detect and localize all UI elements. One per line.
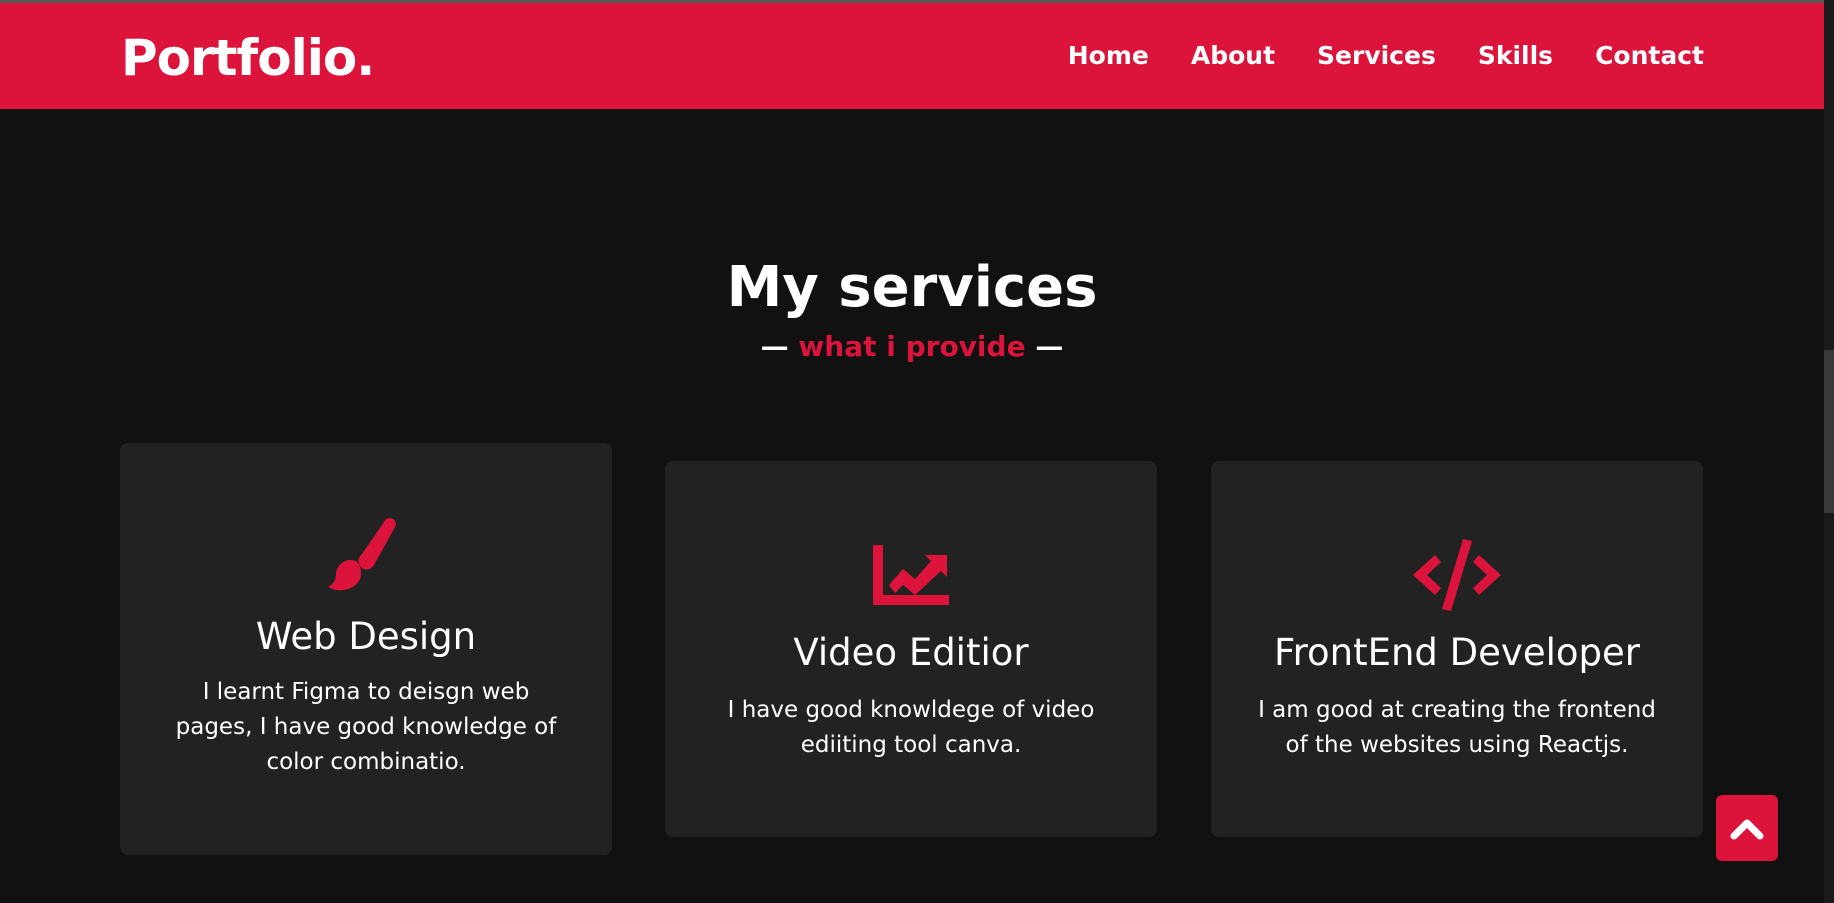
chevron-up-icon [1730,819,1764,840]
card-title: FrontEnd Developer [1274,631,1640,674]
nav-link-contact[interactable]: Contact [1595,41,1704,70]
card-title: Web Design [255,615,477,658]
section-subtitle: — what i provide — [0,330,1824,363]
scrollbar-thumb[interactable] [1824,350,1834,513]
nav-link-home[interactable]: Home [1068,41,1149,70]
service-card-video-editor[interactable]: Video Editior I have good knowldege of v… [665,461,1157,837]
scroll-to-top-button[interactable] [1716,795,1778,861]
paint-brush-icon [120,517,612,597]
section-title: My services [726,255,1098,320]
service-card-web-design[interactable]: Web Design I learnt Figma to deisgn web … [120,443,612,855]
nav-link-skills[interactable]: Skills [1478,41,1553,70]
subtitle-dash-left: — [760,330,789,363]
card-title: Video Editior [793,631,1029,674]
service-card-frontend-developer[interactable]: FrontEnd Developer I am good at creating… [1211,461,1703,837]
nav-links: Home About Services Skills Contact [1068,41,1704,70]
card-text: I have good knowldege of video ediiting … [727,697,1095,758]
code-icon [1211,535,1703,615]
navbar: Portfolio. Home About Services Skills Co… [0,3,1824,109]
card-text: I learnt Figma to deisgn web pages, I ha… [175,679,557,775]
subtitle-dash-right: — [1035,330,1064,363]
logo[interactable]: Portfolio. [121,29,375,87]
nav-link-services[interactable]: Services [1317,41,1436,70]
card-text: I am good at creating the frontend of th… [1258,697,1656,758]
subtitle-text: what i provide [798,330,1026,363]
chart-line-icon [665,543,1157,607]
nav-link-about[interactable]: About [1191,41,1275,70]
